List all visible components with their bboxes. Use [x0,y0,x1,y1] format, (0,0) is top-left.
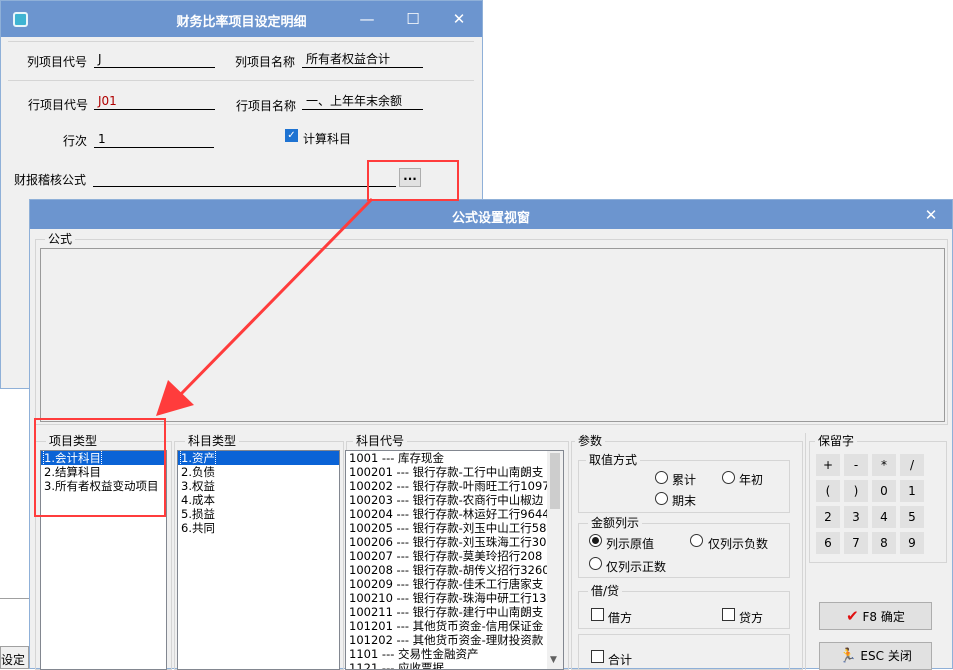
annotation-arrow [156,197,374,416]
annotation-arrow-line [178,197,374,397]
